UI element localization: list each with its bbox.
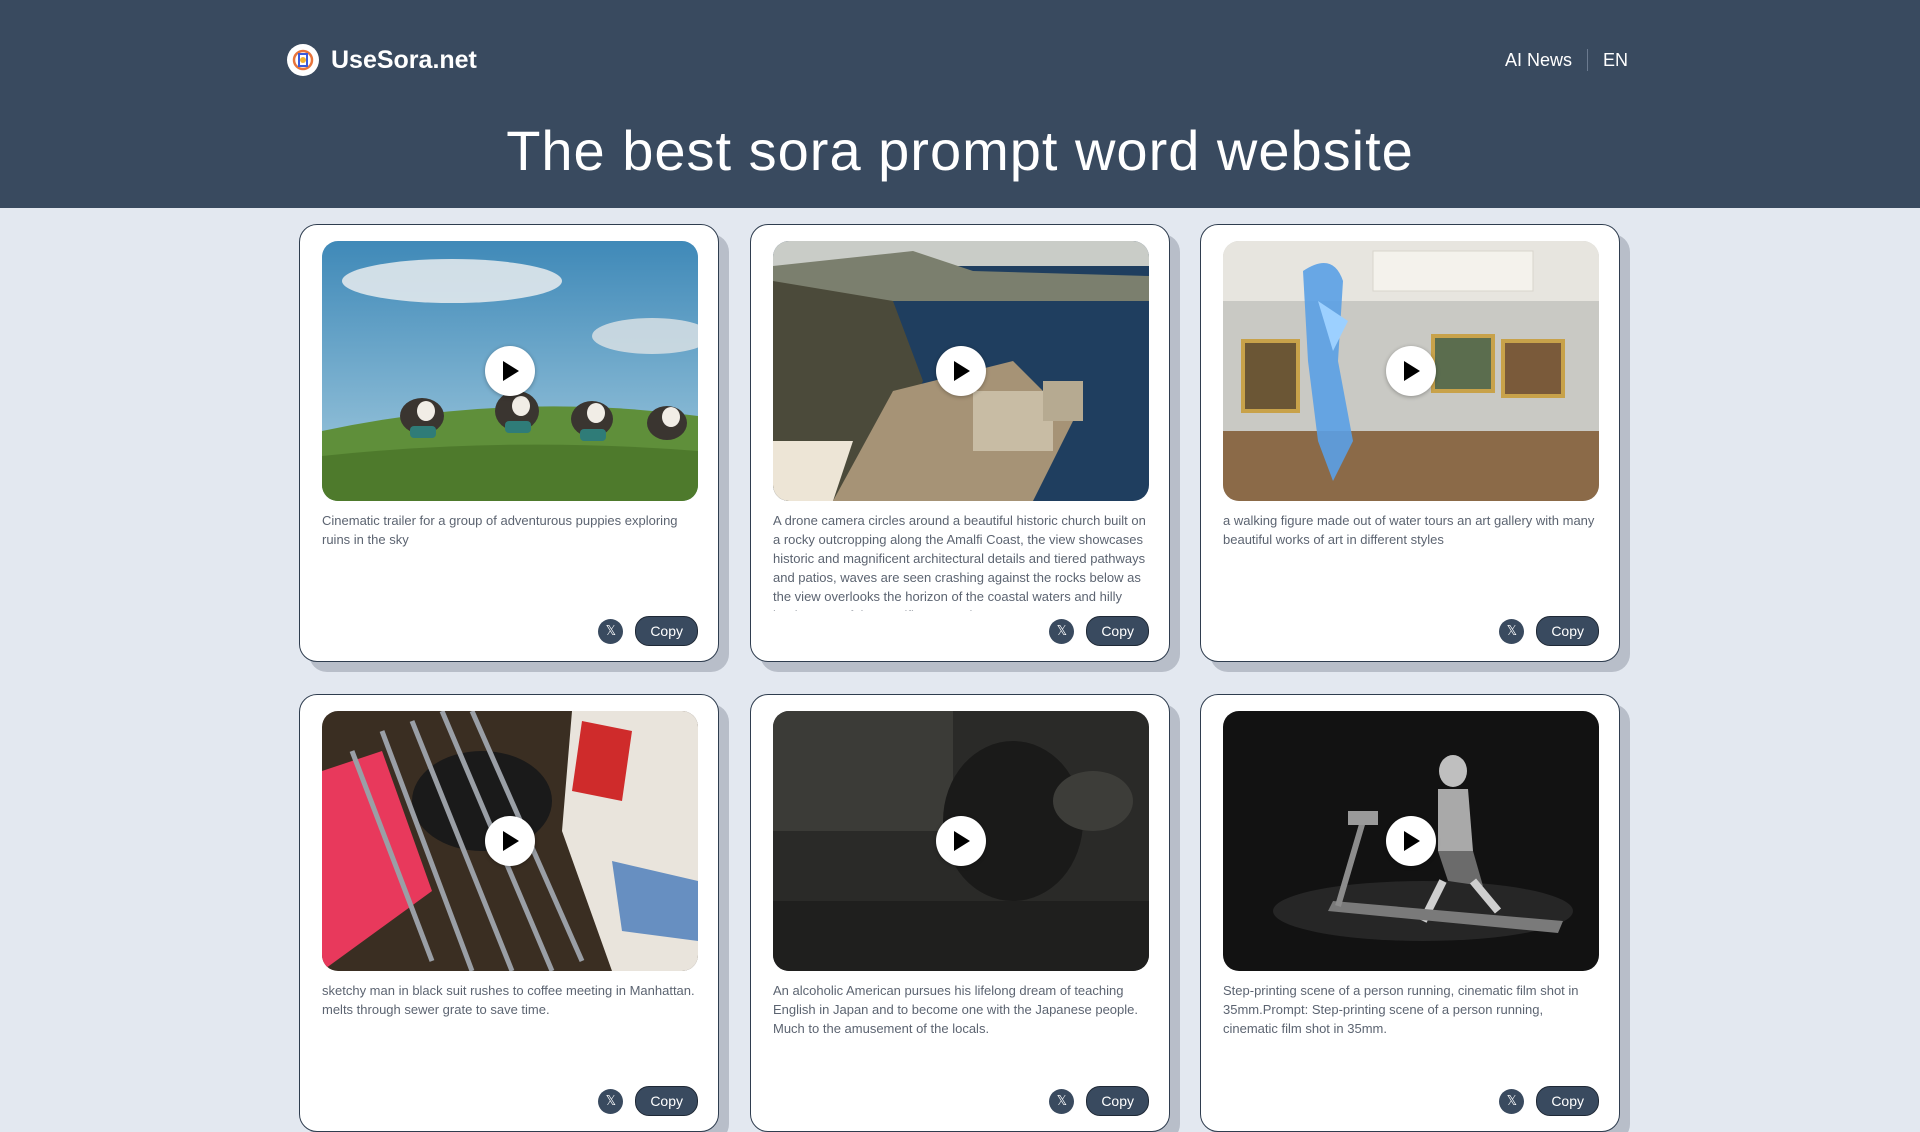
copy-button[interactable]: Copy — [1086, 1086, 1149, 1116]
play-icon — [1404, 831, 1420, 851]
copy-button[interactable]: Copy — [635, 616, 698, 646]
nav-ai-news[interactable]: AI News — [1505, 50, 1572, 71]
video-card: Cinematic trailer for a group of adventu… — [299, 224, 719, 662]
prompt-text: An alcoholic American pursues his lifelo… — [773, 983, 1138, 1036]
share-x-button[interactable]: 𝕏 — [1499, 618, 1525, 644]
play-button[interactable] — [1386, 816, 1436, 866]
site-name: UseSora.net — [331, 45, 477, 74]
share-x-button[interactable]: 𝕏 — [1499, 1088, 1525, 1114]
play-button[interactable] — [1386, 346, 1436, 396]
play-button[interactable] — [936, 816, 986, 866]
copy-button[interactable]: Copy — [635, 1086, 698, 1116]
copy-button[interactable]: Copy — [1536, 616, 1599, 646]
brand[interactable]: UseSora.net — [287, 44, 477, 76]
play-icon — [503, 361, 519, 381]
video-card: A drone camera circles around a beautifu… — [750, 224, 1170, 662]
prompt-text: sketchy man in black suit rushes to coff… — [322, 983, 695, 1017]
video-card: An alcoholic American pursues his lifelo… — [750, 694, 1170, 1132]
share-x-button[interactable]: 𝕏 — [598, 1088, 624, 1114]
usesora-logo-icon — [287, 44, 319, 76]
card-actions: 𝕏 Copy — [1499, 1086, 1599, 1116]
video-card: sketchy man in black suit rushes to coff… — [299, 694, 719, 1132]
card-actions: 𝕏 Copy — [1049, 1086, 1149, 1116]
nav-divider — [1586, 49, 1588, 71]
top-nav: AI News EN — [1505, 46, 1628, 74]
play-button[interactable] — [485, 816, 535, 866]
play-icon — [1404, 361, 1420, 381]
card-actions: 𝕏 Copy — [598, 616, 698, 646]
nav-language[interactable]: EN — [1603, 50, 1628, 71]
play-button[interactable] — [936, 346, 986, 396]
card-actions: 𝕏 Copy — [1499, 616, 1599, 646]
video-card: a walking figure made out of water tours… — [1200, 224, 1620, 662]
prompt-text: a walking figure made out of water tours… — [1223, 513, 1595, 547]
video-thumbnail[interactable] — [1223, 241, 1599, 501]
video-card: Step-printing scene of a person running,… — [1200, 694, 1620, 1132]
card-actions: 𝕏 Copy — [1049, 616, 1149, 646]
prompt-text: Step-printing scene of a person running,… — [1223, 983, 1579, 1036]
share-x-button[interactable]: 𝕏 — [1049, 1088, 1075, 1114]
play-icon — [954, 831, 970, 851]
play-button[interactable] — [485, 346, 535, 396]
video-thumbnail[interactable] — [773, 711, 1149, 971]
video-thumbnail[interactable] — [773, 241, 1149, 501]
prompt-text: Cinematic trailer for a group of adventu… — [322, 513, 678, 547]
video-thumbnail[interactable] — [322, 241, 698, 501]
video-thumbnail[interactable] — [1223, 711, 1599, 971]
card-actions: 𝕏 Copy — [598, 1086, 698, 1116]
page-title: The best sora prompt word website — [506, 119, 1414, 182]
copy-button[interactable]: Copy — [1536, 1086, 1599, 1116]
copy-button[interactable]: Copy — [1086, 616, 1149, 646]
site-header: UseSora.net AI News EN The best sora pro… — [0, 0, 1920, 208]
share-x-button[interactable]: 𝕏 — [1049, 618, 1075, 644]
share-x-button[interactable]: 𝕏 — [598, 618, 624, 644]
video-thumbnail[interactable] — [322, 711, 698, 971]
play-icon — [503, 831, 519, 851]
prompt-text: A drone camera circles around a beautifu… — [773, 513, 1146, 611]
play-icon — [954, 361, 970, 381]
